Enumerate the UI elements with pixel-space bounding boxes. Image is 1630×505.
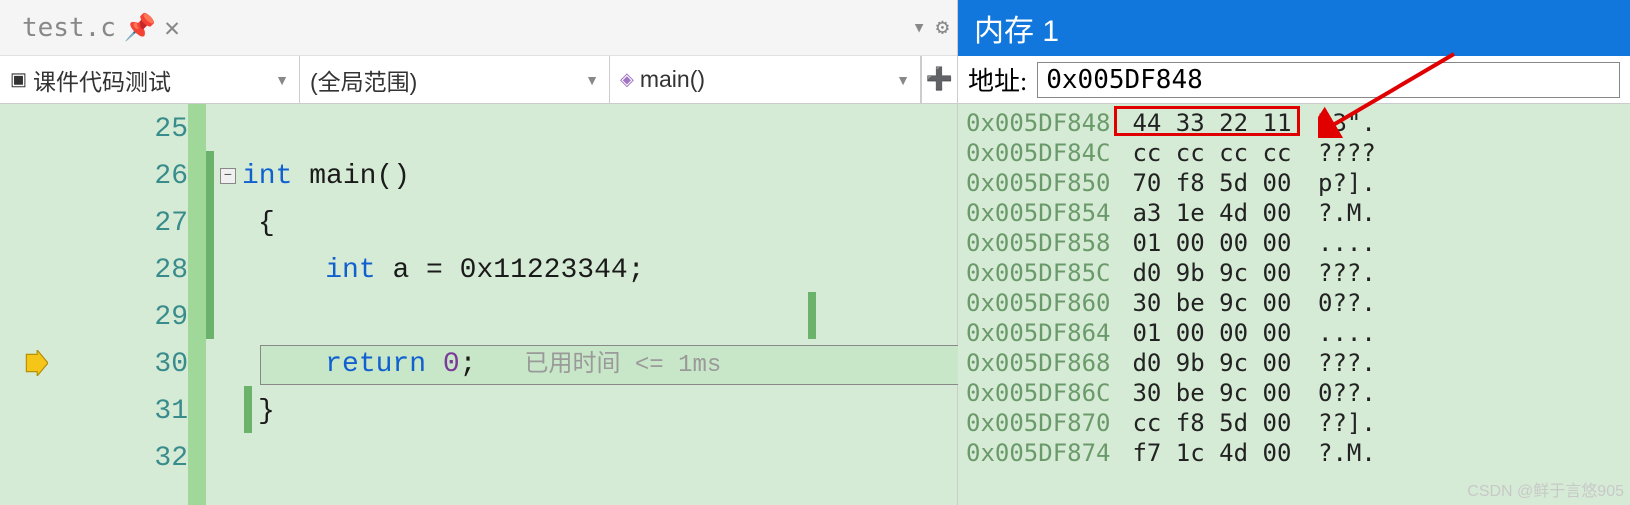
memory-row-bytes: 01 00 00 00 bbox=[1118, 228, 1318, 258]
function-icon: ◈ bbox=[620, 69, 634, 90]
memory-row-bytes: cc f8 5d 00 bbox=[1118, 408, 1318, 438]
line-number: 28 bbox=[0, 247, 188, 294]
code-line bbox=[220, 294, 957, 341]
split-nav-button[interactable]: ➕ bbox=[921, 56, 957, 103]
memory-row-address: 0x005DF870 bbox=[966, 408, 1118, 438]
navigation-bar: ▣ 课件代码测试 ▼ (全局范围) ▼ ◈ main() ▼ ➕ bbox=[0, 56, 957, 104]
line-number-gutter: 25 26 27 28 29 30 31 32 bbox=[0, 104, 206, 505]
memory-row[interactable]: 0x005DF86C 30 be 9c 00 0??. bbox=[966, 378, 1622, 408]
memory-row[interactable]: 0x005DF854 a3 1e 4d 00 ?.M. bbox=[966, 198, 1622, 228]
code-line bbox=[220, 435, 957, 482]
memory-row-address: 0x005DF86C bbox=[966, 378, 1118, 408]
memory-row-ascii: 0??. bbox=[1318, 378, 1376, 408]
memory-row[interactable]: 0x005DF858 01 00 00 00 .... bbox=[966, 228, 1622, 258]
memory-row-address: 0x005DF868 bbox=[966, 348, 1118, 378]
code-line: } bbox=[220, 388, 957, 435]
memory-row-bytes: 01 00 00 00 bbox=[1118, 318, 1318, 348]
scope-dropdown-label: (全局范围) bbox=[310, 63, 417, 97]
memory-row-bytes: 30 be 9c 00 bbox=[1118, 288, 1318, 318]
function-dropdown-label: main() bbox=[640, 66, 705, 93]
memory-address-label: 地址: bbox=[968, 61, 1027, 98]
line-number: 27 bbox=[0, 200, 188, 247]
code-line: −int main() bbox=[220, 153, 957, 200]
memory-row-bytes: a3 1e 4d 00 bbox=[1118, 198, 1318, 228]
chevron-down-icon: ▼ bbox=[275, 72, 289, 88]
memory-pane: 内存 1 地址: 0x005DF848 44 33 22 11 D3".0x00… bbox=[958, 0, 1630, 505]
memory-address-bar: 地址: bbox=[958, 56, 1630, 104]
change-bar bbox=[206, 151, 214, 339]
line-number: 31 bbox=[0, 388, 188, 435]
line-number: 26 bbox=[0, 153, 188, 200]
gear-icon[interactable]: ⚙ bbox=[936, 15, 949, 41]
file-tab-label: test.c bbox=[22, 13, 116, 43]
scope-dropdown[interactable]: (全局范围) ▼ bbox=[300, 56, 610, 103]
annotation-arrow-icon bbox=[1318, 50, 1458, 138]
memory-row-bytes: cc cc cc cc bbox=[1118, 138, 1318, 168]
perf-hint: 已用时间 <= 1ms bbox=[510, 352, 721, 379]
code-editor[interactable]: 25 26 27 28 29 30 31 32 −int main() { in… bbox=[0, 104, 957, 505]
memory-row-ascii: ???? bbox=[1318, 138, 1376, 168]
memory-row[interactable]: 0x005DF870 cc f8 5d 00 ??]. bbox=[966, 408, 1622, 438]
tab-bar: test.c 📌 ✕ ▾ ⚙ bbox=[0, 0, 957, 56]
memory-row-bytes: 30 be 9c 00 bbox=[1118, 378, 1318, 408]
chevron-down-icon: ▼ bbox=[585, 72, 599, 88]
memory-row[interactable]: 0x005DF860 30 be 9c 00 0??. bbox=[966, 288, 1622, 318]
memory-row-ascii: p?]. bbox=[1318, 168, 1376, 198]
file-tab[interactable]: test.c 📌 ✕ bbox=[12, 9, 190, 47]
line-number: 32 bbox=[0, 435, 188, 482]
code-line bbox=[220, 106, 957, 153]
memory-row-address: 0x005DF85C bbox=[966, 258, 1118, 288]
memory-row-ascii: ?.M. bbox=[1318, 438, 1376, 468]
memory-row-address: 0x005DF850 bbox=[966, 168, 1118, 198]
memory-row[interactable]: 0x005DF84C cc cc cc cc ???? bbox=[966, 138, 1622, 168]
memory-row-bytes: f7 1c 4d 00 bbox=[1118, 438, 1318, 468]
memory-row-bytes: d0 9b 9c 00 bbox=[1118, 348, 1318, 378]
project-dropdown[interactable]: ▣ 课件代码测试 ▼ bbox=[0, 56, 300, 103]
memory-row[interactable]: 0x005DF850 70 f8 5d 00 p?]. bbox=[966, 168, 1622, 198]
pin-icon[interactable]: 📌 bbox=[124, 13, 156, 43]
memory-row[interactable]: 0x005DF868 d0 9b 9c 00 ???. bbox=[966, 348, 1622, 378]
memory-row-ascii: ??]. bbox=[1318, 408, 1376, 438]
memory-row-address: 0x005DF858 bbox=[966, 228, 1118, 258]
memory-row-bytes: d0 9b 9c 00 bbox=[1118, 258, 1318, 288]
annotation-highlight-box bbox=[1114, 106, 1300, 136]
memory-row-address: 0x005DF854 bbox=[966, 198, 1118, 228]
code-line: return 0; 已用时间 <= 1ms bbox=[220, 341, 957, 388]
code-line: { bbox=[220, 200, 957, 247]
memory-row-address: 0x005DF84C bbox=[966, 138, 1118, 168]
project-icon: ▣ bbox=[10, 69, 27, 90]
function-dropdown[interactable]: ◈ main() ▼ bbox=[610, 56, 921, 103]
memory-row-address: 0x005DF860 bbox=[966, 288, 1118, 318]
memory-panel-title: 内存 1 bbox=[958, 0, 1630, 56]
memory-row-ascii: .... bbox=[1318, 228, 1376, 258]
memory-row-address: 0x005DF848 bbox=[966, 108, 1118, 138]
close-icon[interactable]: ✕ bbox=[164, 13, 180, 43]
fold-toggle-icon[interactable]: − bbox=[220, 168, 236, 184]
memory-row-ascii: ?.M. bbox=[1318, 198, 1376, 228]
memory-row[interactable]: 0x005DF85C d0 9b 9c 00 ???. bbox=[966, 258, 1622, 288]
execution-pointer-icon bbox=[22, 350, 48, 376]
watermark: CSDN @鲜于言悠905 bbox=[1467, 477, 1624, 501]
memory-row[interactable]: 0x005DF864 01 00 00 00 .... bbox=[966, 318, 1622, 348]
memory-row-bytes: 70 f8 5d 00 bbox=[1118, 168, 1318, 198]
memory-row-ascii: .... bbox=[1318, 318, 1376, 348]
line-number: 29 bbox=[0, 294, 188, 341]
code-line: int a = 0x11223344; bbox=[220, 247, 957, 294]
memory-row[interactable]: 0x005DF874 f7 1c 4d 00 ?.M. bbox=[966, 438, 1622, 468]
memory-row-ascii: ???. bbox=[1318, 258, 1376, 288]
memory-row-ascii: ???. bbox=[1318, 348, 1376, 378]
code-text-area[interactable]: −int main() { int a = 0x11223344; return… bbox=[206, 104, 957, 505]
memory-hex-view[interactable]: 0x005DF848 44 33 22 11 D3".0x005DF84C cc… bbox=[958, 104, 1630, 505]
memory-row-ascii: 0??. bbox=[1318, 288, 1376, 318]
line-number: 25 bbox=[0, 106, 188, 153]
tabs-overflow-caret[interactable]: ▾ bbox=[913, 15, 926, 41]
memory-row-address: 0x005DF864 bbox=[966, 318, 1118, 348]
memory-row-address: 0x005DF874 bbox=[966, 438, 1118, 468]
chevron-down-icon: ▼ bbox=[896, 72, 910, 88]
project-dropdown-label: 课件代码测试 bbox=[33, 63, 171, 97]
editor-pane: test.c 📌 ✕ ▾ ⚙ ▣ 课件代码测试 ▼ (全局范围) ▼ bbox=[0, 0, 958, 505]
